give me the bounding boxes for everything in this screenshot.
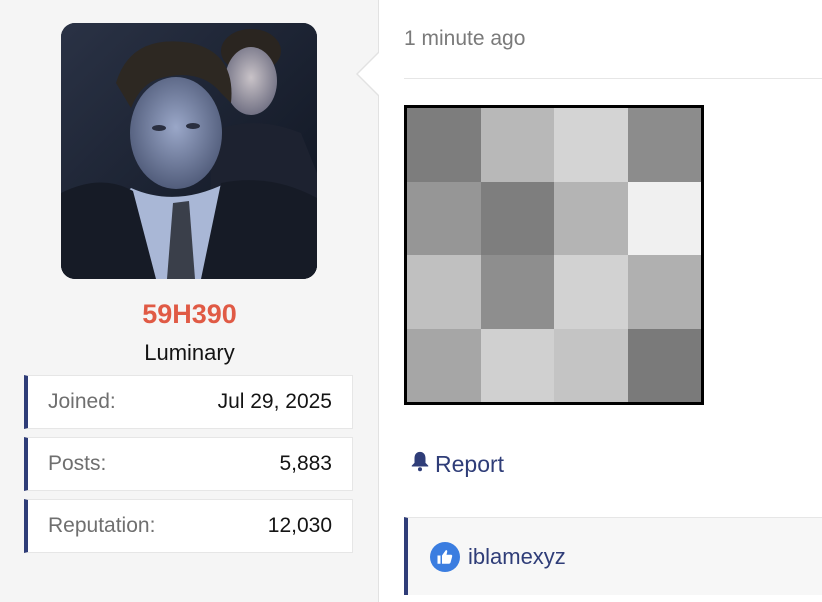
stat-label: Joined: xyxy=(48,390,116,413)
bell-icon xyxy=(409,450,431,478)
like-icon xyxy=(430,541,460,572)
stat-value: Jul 29, 2025 xyxy=(217,390,332,413)
avatar-link[interactable] xyxy=(61,23,317,279)
username[interactable]: 59H390 xyxy=(0,299,379,330)
attachment-pixel xyxy=(627,255,701,329)
message-pointer xyxy=(358,52,380,96)
attachment-pixel xyxy=(407,328,481,402)
attachment-image[interactable] xyxy=(404,105,704,405)
attachment-pixel xyxy=(407,181,481,255)
attachment-pixel xyxy=(480,328,554,402)
stat-posts: Posts: 5,883 xyxy=(24,437,353,491)
attachment-pixel xyxy=(407,108,481,182)
user-panel: 59H390 Luminary Joined: Jul 29, 2025 Pos… xyxy=(0,0,380,602)
reaction-user-link[interactable]: iblamexyz xyxy=(468,544,566,570)
divider xyxy=(404,78,822,79)
report-label: Report xyxy=(435,450,505,477)
attachment-pixel xyxy=(480,255,554,329)
avatar xyxy=(61,23,317,279)
user-title: Luminary xyxy=(144,340,235,365)
attachment-pixel xyxy=(480,108,554,182)
stat-reputation: Reputation: 12,030 xyxy=(24,499,353,553)
report-button[interactable]: Report xyxy=(409,450,504,478)
stat-joined: Joined: Jul 29, 2025 xyxy=(24,375,353,429)
attachment-pixel xyxy=(554,181,628,255)
message-timestamp[interactable]: 1 minute ago xyxy=(404,27,525,51)
stat-value: 5,883 xyxy=(279,452,332,475)
attachment-pixel xyxy=(627,328,701,402)
attachment-pixel xyxy=(627,108,701,182)
avatar-image xyxy=(61,23,317,279)
stat-label: Posts: xyxy=(48,452,107,475)
stat-label: Reputation: xyxy=(48,514,156,537)
attachment-pixel xyxy=(554,108,628,182)
attachment-pixel xyxy=(407,255,481,329)
stat-value: 12,030 xyxy=(267,514,332,537)
attachment-pixel xyxy=(627,181,701,255)
reactions-bar: iblamexyz xyxy=(404,517,822,595)
attachment-pixel xyxy=(554,328,628,402)
attachment-pixel xyxy=(554,255,628,329)
attachment-pixel xyxy=(480,181,554,255)
